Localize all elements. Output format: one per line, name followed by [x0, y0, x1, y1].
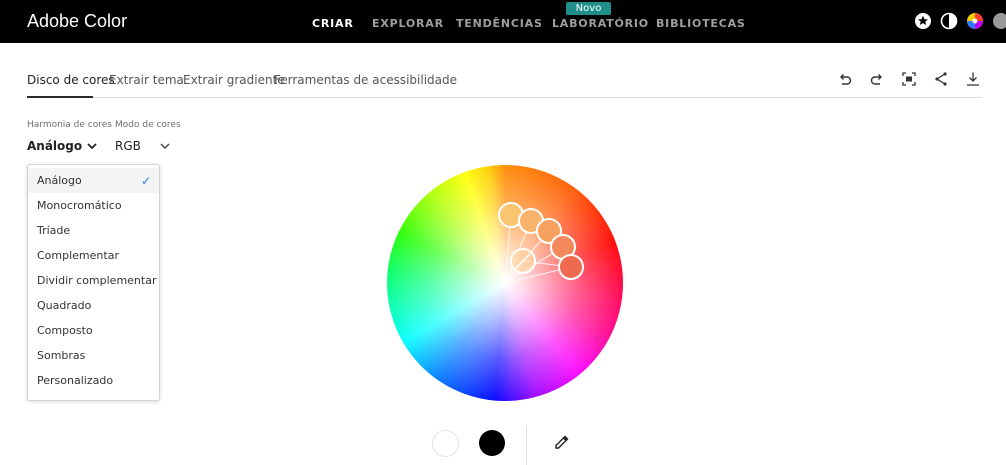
tab-divider: [27, 97, 982, 98]
eyedropper-icon[interactable]: [553, 433, 571, 451]
theme-half-icon[interactable]: [940, 12, 958, 30]
top-bar: Adobe Color CRIAR EXPLORAR TENDÊNCIAS No…: [0, 0, 1006, 43]
color-mode-select[interactable]: RGB: [115, 136, 175, 156]
download-icon[interactable]: [964, 70, 982, 88]
help-icon[interactable]: [992, 12, 1006, 30]
tab-extrair-tema[interactable]: Extrair tema: [109, 73, 184, 87]
color-mode-label: Modo de cores: [115, 120, 181, 130]
nav-bibliotecas[interactable]: BIBLIOTECAS: [656, 17, 746, 30]
option-label: Personalizado: [37, 374, 114, 387]
option-label: Análogo: [37, 174, 82, 187]
black-swatch[interactable]: [479, 430, 505, 456]
expand-icon[interactable]: [900, 70, 918, 88]
star-circle-icon[interactable]: [914, 12, 932, 30]
tab-disco-de-cores[interactable]: Disco de cores: [27, 73, 115, 87]
nav-explorar[interactable]: EXPLORAR: [372, 17, 444, 30]
new-badge: Novo: [566, 2, 611, 15]
chevron-down-icon: [160, 143, 170, 149]
tab-extrair-gradiente[interactable]: Extrair gradiente: [183, 73, 285, 87]
harmony-option-personalizado[interactable]: Personalizado: [28, 368, 159, 393]
harmony-option-sombras[interactable]: Sombras: [28, 343, 159, 368]
harmony-option-quadrado[interactable]: Quadrado: [28, 293, 159, 318]
nav-laboratorio[interactable]: LABORATÓRIO: [552, 17, 649, 30]
option-label: Complementar: [37, 249, 119, 262]
option-label: Tríade: [37, 224, 71, 237]
harmony-color-handle: [558, 254, 584, 280]
harmony-dropdown-menu: Análogo ✓ Monocromático Tríade Complemen…: [27, 164, 160, 401]
share-icon[interactable]: [932, 70, 950, 88]
white-swatch[interactable]: [432, 430, 459, 457]
color-wheel-avatar-icon[interactable]: [966, 12, 984, 30]
option-label: Monocromático: [37, 199, 122, 212]
option-label: Quadrado: [37, 299, 92, 312]
harmony-value: Análogo: [27, 139, 83, 153]
bottom-divider: [526, 426, 527, 465]
undo-icon[interactable]: [836, 70, 854, 88]
active-tab-indicator: [27, 96, 93, 98]
harmony-option-composto[interactable]: Composto: [28, 318, 159, 343]
checkmark-icon: ✓: [141, 174, 152, 188]
nav-tendencias[interactable]: TENDÊNCIAS: [456, 17, 543, 30]
option-label: Sombras: [37, 349, 86, 362]
color-wheel[interactable]: [387, 165, 623, 401]
option-label: Dividir complementar: [37, 274, 157, 287]
harmony-markers: [498, 202, 584, 284]
color-mode-value: RGB: [115, 139, 141, 153]
harmony-option-dividir-complementar[interactable]: Dividir complementar: [28, 268, 159, 293]
harmony-select[interactable]: Análogo: [27, 136, 97, 156]
harmony-option-monocromatico[interactable]: Monocromático: [28, 193, 159, 218]
chevron-down-icon: [87, 143, 97, 150]
harmony-label: Harmonia de cores: [27, 120, 112, 130]
app-title[interactable]: Adobe Color: [27, 11, 127, 32]
option-label: Composto: [37, 324, 93, 337]
redo-icon[interactable]: [868, 70, 886, 88]
harmony-option-complementar[interactable]: Complementar: [28, 243, 159, 268]
tab-ferramentas-de-acessibilidade[interactable]: Ferramentas de acessibilidade: [274, 73, 457, 87]
nav-criar[interactable]: CRIAR: [312, 17, 354, 30]
harmony-option-analogo[interactable]: Análogo ✓: [28, 168, 159, 193]
harmony-option-triade[interactable]: Tríade: [28, 218, 159, 243]
